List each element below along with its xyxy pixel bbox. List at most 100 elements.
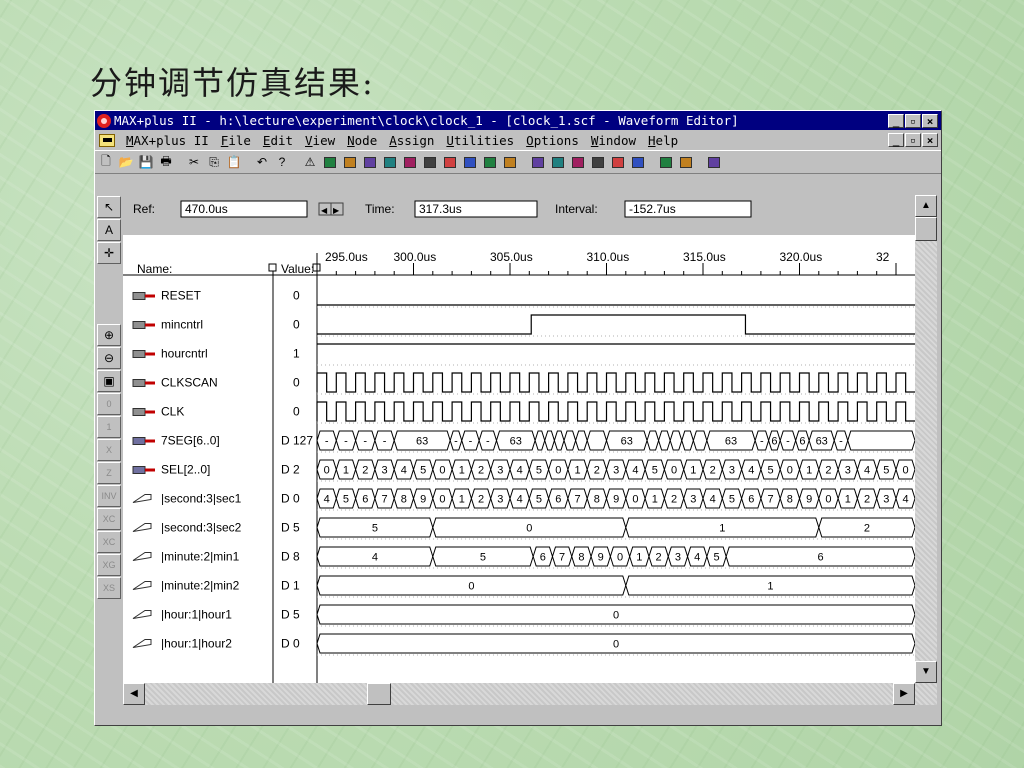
bus-segment[interactable]: [586, 430, 608, 451]
find-next-icon[interactable]: [609, 153, 627, 171]
restore-button[interactable]: ▫: [905, 113, 921, 128]
bus-value: -: [344, 436, 348, 448]
menu-node[interactable]: Node: [341, 133, 383, 148]
save-icon[interactable]: 💾: [137, 153, 155, 171]
bus-value: 5: [343, 494, 349, 506]
bus-value: 7: [559, 552, 565, 564]
analyzer-icon[interactable]: [461, 153, 479, 171]
menu-view[interactable]: View: [299, 133, 341, 148]
bus-segment[interactable]: [658, 430, 671, 451]
group-value-tool[interactable]: XS: [97, 577, 121, 599]
overwrite-count-tool[interactable]: XC: [97, 508, 121, 530]
minimize-button[interactable]: _: [888, 113, 904, 128]
simulate-icon[interactable]: [441, 153, 459, 171]
title-bar[interactable]: MAX+plus II - h:\lecture\experiment\cloc…: [95, 111, 941, 130]
set-z-tool[interactable]: Z: [97, 462, 121, 484]
signal-value: D 2: [281, 463, 300, 477]
bus-segment[interactable]: [847, 430, 915, 451]
overwrite-icon[interactable]: [677, 153, 695, 171]
signal-value: 0: [293, 318, 300, 332]
signal-name: |minute:2|min2: [161, 579, 240, 593]
cut-icon[interactable]: ✂: [185, 153, 203, 171]
timing-icon[interactable]: [401, 153, 419, 171]
waveform-canvas[interactable]: Ref: 470.0us ◀ ▶ Time: 317.3us Interval: -152.7…: [123, 195, 915, 683]
signal-name: hourcntrl: [161, 347, 208, 361]
save-check-icon[interactable]: [549, 153, 567, 171]
menu-utilities[interactable]: Utilities: [440, 133, 520, 148]
programmer-icon[interactable]: [481, 153, 499, 171]
signal-value: D 1: [281, 579, 300, 593]
zoom-in-tool[interactable]: ⊕: [97, 324, 121, 346]
bus-value: 2: [362, 465, 368, 477]
paste-icon[interactable]: 📋: [225, 153, 243, 171]
timing-analyzer-icon[interactable]: [501, 153, 519, 171]
bus-segment[interactable]: [575, 430, 588, 451]
undo-icon[interactable]: ↶: [253, 153, 271, 171]
overwrite-gray-tool[interactable]: XG: [97, 554, 121, 576]
text-tool[interactable]: A: [97, 219, 121, 241]
floorplan-icon[interactable]: [361, 153, 379, 171]
menu-edit[interactable]: Edit: [257, 133, 299, 148]
fit-window-tool[interactable]: ▣: [97, 370, 121, 392]
horizontal-scroll-thumb[interactable]: [367, 683, 391, 705]
bus-value: 1: [719, 523, 725, 535]
scroll-down-button[interactable]: ▼: [915, 661, 937, 683]
set-1-tool[interactable]: 1: [97, 416, 121, 438]
bus-value: 3: [845, 465, 851, 477]
bus-segment[interactable]: [681, 430, 694, 451]
set-0-tool[interactable]: 0: [97, 393, 121, 415]
vertical-scroll-thumb[interactable]: [915, 217, 937, 241]
bus-value: 3: [675, 552, 681, 564]
node-tool[interactable]: ✛: [97, 242, 121, 264]
zoom-fit-icon[interactable]: [705, 153, 723, 171]
print-icon[interactable]: 🖶: [157, 153, 175, 171]
menu-max-plus-ii[interactable]: MAX+plus II: [120, 133, 215, 148]
horizontal-scrollbar[interactable]: ◀ ▶: [123, 683, 915, 705]
scroll-right-button[interactable]: ▶: [893, 683, 915, 705]
bus-value: 4: [902, 494, 908, 506]
bus-segment[interactable]: [692, 430, 708, 451]
compile-icon[interactable]: [321, 153, 339, 171]
menu-assign[interactable]: Assign: [383, 133, 440, 148]
snap-grid-icon[interactable]: [657, 153, 675, 171]
menu-window[interactable]: Window: [585, 133, 642, 148]
bus-value: 3: [381, 465, 387, 477]
scroll-left-button[interactable]: ◀: [123, 683, 145, 705]
bus-value: -: [839, 436, 843, 448]
scroll-up-button[interactable]: ▲: [915, 195, 937, 217]
bus-segment[interactable]: [646, 430, 660, 451]
doc-minimize-button[interactable]: _: [888, 133, 904, 147]
menu-options[interactable]: Options: [520, 133, 585, 148]
column-handle-name[interactable]: [268, 263, 277, 272]
doc-close-button[interactable]: ×: [922, 133, 938, 147]
find-node-icon[interactable]: [589, 153, 607, 171]
symbol-icon[interactable]: [381, 153, 399, 171]
new-file-icon[interactable]: 🗋: [97, 153, 115, 171]
help-pointer-icon[interactable]: ?: [273, 153, 291, 171]
save-compile-icon[interactable]: [569, 153, 587, 171]
pointer-tool[interactable]: ↖: [97, 196, 121, 218]
hierarchy-icon[interactable]: [341, 153, 359, 171]
warning-icon[interactable]: ⚠: [301, 153, 319, 171]
bus-segment[interactable]: [669, 430, 683, 451]
open-folder-icon[interactable]: 📂: [117, 153, 135, 171]
bus-value: 2: [864, 494, 870, 506]
bus-value: 6: [818, 552, 824, 564]
document-menu-icon[interactable]: [98, 132, 116, 148]
menu-file[interactable]: File: [215, 133, 257, 148]
invert-tool[interactable]: INV: [97, 485, 121, 507]
close-button[interactable]: ×: [922, 113, 938, 128]
bus-segment[interactable]: [563, 430, 577, 451]
replace-icon[interactable]: [629, 153, 647, 171]
set-x-tool[interactable]: X: [97, 439, 121, 461]
maxplus-app-icon[interactable]: [97, 113, 111, 128]
zoom-out-tool[interactable]: ⊖: [97, 347, 121, 369]
ref-next-icon: ▶: [333, 206, 340, 215]
project-icon[interactable]: [421, 153, 439, 171]
menu-help[interactable]: Help: [642, 133, 684, 148]
vertical-scrollbar[interactable]: ▲ ▼: [915, 195, 937, 705]
overwrite-clock-tool[interactable]: XC: [97, 531, 121, 553]
doc-restore-button[interactable]: ▫: [905, 133, 921, 147]
copy-icon[interactable]: ⎘: [205, 153, 223, 171]
message-icon[interactable]: [529, 153, 547, 171]
